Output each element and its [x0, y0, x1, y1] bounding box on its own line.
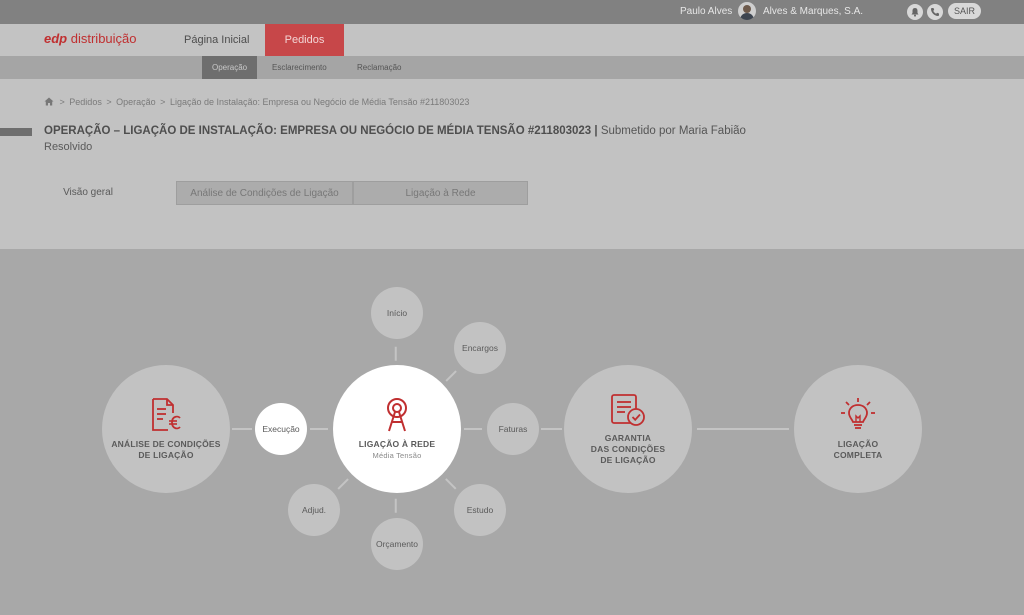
lightbulb-icon [841, 398, 875, 429]
connector [445, 370, 457, 382]
phone-icon[interactable] [927, 4, 943, 20]
page-title: OPERAÇÃO – LIGAÇÃO DE INSTALAÇÃO: EMPRES… [44, 125, 746, 137]
connector [310, 428, 328, 430]
connector [337, 478, 349, 490]
stage-analise-condicoes[interactable]: ANÁLISE DE CONDIÇÕES DE LIGAÇÃO [102, 365, 230, 493]
tab-visao-geral[interactable]: Visão geral [44, 181, 132, 205]
bell-icon[interactable] [907, 4, 923, 20]
top-bar: Paulo Alves Alves & Marques, S.A. SAIR [0, 0, 1024, 24]
main-nav: edp distribuição Página Inicial Pedidos [0, 24, 1024, 56]
stage-label: DE LIGAÇÃO [138, 450, 194, 460]
submitted-by: Submetido por Maria Fabião [600, 125, 746, 137]
connector [395, 498, 397, 513]
user-avatar[interactable] [738, 2, 756, 20]
logout-button[interactable]: SAIR [948, 3, 981, 19]
stage-label: ANÁLISE DE CONDIÇÕES [111, 439, 221, 449]
connector [697, 428, 789, 430]
connector [395, 346, 397, 361]
tab-analise-condicoes[interactable]: Análise de Condições de Ligação [176, 181, 353, 205]
antenna-tower-icon [387, 398, 407, 432]
invoice-euro-icon [152, 398, 181, 431]
subnav-item-esclarecimento[interactable]: Esclarecimento [262, 56, 337, 79]
stage-label: DE LIGAÇÃO [600, 454, 656, 465]
breadcrumb-operacao[interactable]: Operação [116, 97, 156, 107]
connector [445, 478, 457, 490]
subnav-item-operacao[interactable]: Operação [202, 56, 258, 79]
stage-ligacao-rede[interactable]: LIGAÇÃO À REDE Média Tensão [333, 365, 461, 493]
home-icon[interactable] [44, 97, 54, 106]
breadcrumb: > Pedidos > Operação > Ligação de Instal… [44, 97, 471, 107]
step-adjudicacao[interactable]: Adjud. [288, 484, 340, 536]
edp-logo[interactable]: edp distribuição [44, 31, 137, 46]
step-orcamento[interactable]: Orçamento [371, 518, 423, 570]
user-name[interactable]: Paulo Alves [680, 6, 732, 17]
step-estudo[interactable]: Estudo [454, 484, 506, 536]
status-label: Resolvido [44, 141, 93, 153]
connector [232, 428, 252, 430]
step-encargos[interactable]: Encargos [454, 322, 506, 374]
company-name[interactable]: Alves & Marques, S.A. [763, 6, 863, 17]
connector [464, 428, 482, 430]
stage-label: COMPLETA [833, 450, 883, 460]
stage-ligacao-completa[interactable]: LIGAÇÃO COMPLETA [794, 365, 922, 493]
connector [541, 428, 562, 430]
stage-label: LIGAÇÃO À REDE [358, 439, 436, 449]
nav-item-pedidos[interactable]: Pedidos [265, 24, 344, 56]
title-marker [0, 128, 32, 136]
stage-label: LIGAÇÃO [837, 439, 879, 449]
document-check-icon [611, 393, 645, 426]
stage-label: DAS CONDIÇÕES [590, 443, 666, 454]
step-faturas[interactable]: Faturas [487, 403, 539, 455]
stage-label: GARANTIA [604, 432, 652, 443]
subnav-item-reclamacao[interactable]: Reclamação [347, 56, 411, 79]
step-execucao[interactable]: Execução [255, 403, 307, 455]
breadcrumb-pedidos[interactable]: Pedidos [69, 97, 102, 107]
tab-ligacao-rede[interactable]: Ligação à Rede [353, 181, 528, 205]
sub-nav: Operação Esclarecimento Reclamação [0, 56, 1024, 79]
step-inicio[interactable]: Início [371, 287, 423, 339]
stage-garantia-condicoes[interactable]: GARANTIA DAS CONDIÇÕES DE LIGAÇÃO [564, 365, 692, 493]
nav-item-home[interactable]: Página Inicial [165, 24, 268, 56]
stage-sublabel: Média Tensão [372, 451, 422, 460]
breadcrumb-current: Ligação de Instalação: Empresa ou Negóci… [169, 97, 470, 107]
